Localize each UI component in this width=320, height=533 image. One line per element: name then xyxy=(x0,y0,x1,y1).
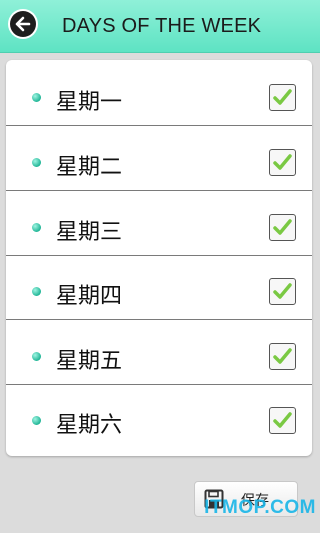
divider xyxy=(6,319,312,320)
day-checkbox[interactable] xyxy=(269,278,296,305)
list-item-day-1[interactable]: 星期一 xyxy=(6,62,312,126)
day-label: 星期三 xyxy=(56,220,123,245)
checkmark-icon xyxy=(273,219,292,235)
day-checkbox[interactable] xyxy=(269,149,296,176)
checkmark-icon xyxy=(273,154,292,170)
day-checkbox[interactable] xyxy=(269,407,296,434)
bullet-dot-icon xyxy=(32,352,41,361)
app-header: DAYS OF THE WEEK xyxy=(0,0,320,53)
page-title: DAYS OF THE WEEK xyxy=(62,15,262,37)
day-label: 星期四 xyxy=(56,284,123,309)
bullet-dot-icon xyxy=(32,93,41,102)
days-list: 星期一 星期二 星期三 星期四 星期五 星期六 xyxy=(6,60,312,456)
list-item-day-6[interactable]: 星期六 xyxy=(6,385,312,449)
bullet-dot-icon xyxy=(32,158,41,167)
day-checkbox[interactable] xyxy=(269,84,296,111)
day-label: 星期六 xyxy=(56,413,123,438)
bullet-dot-icon xyxy=(32,223,41,232)
day-label: 星期一 xyxy=(56,90,123,115)
day-checkbox[interactable] xyxy=(269,214,296,241)
arrow-left-icon xyxy=(15,16,31,32)
divider xyxy=(6,125,312,126)
checkmark-icon xyxy=(273,412,292,428)
checkmark-icon xyxy=(273,89,292,105)
list-item-day-2[interactable]: 星期二 xyxy=(6,127,312,191)
bullet-dot-icon xyxy=(32,287,41,296)
list-item-day-4[interactable]: 星期四 xyxy=(6,256,312,320)
day-label: 星期五 xyxy=(56,349,123,374)
bullet-dot-icon xyxy=(32,416,41,425)
day-checkbox[interactable] xyxy=(269,343,296,370)
list-item-day-3[interactable]: 星期三 xyxy=(6,192,312,256)
list-item-day-5[interactable]: 星期五 xyxy=(6,321,312,385)
back-button[interactable] xyxy=(10,11,36,37)
watermark: ITMOP.COM xyxy=(204,497,316,518)
day-label: 星期二 xyxy=(56,155,123,180)
divider xyxy=(6,190,312,191)
checkmark-icon xyxy=(273,348,292,364)
checkmark-icon xyxy=(273,283,292,299)
